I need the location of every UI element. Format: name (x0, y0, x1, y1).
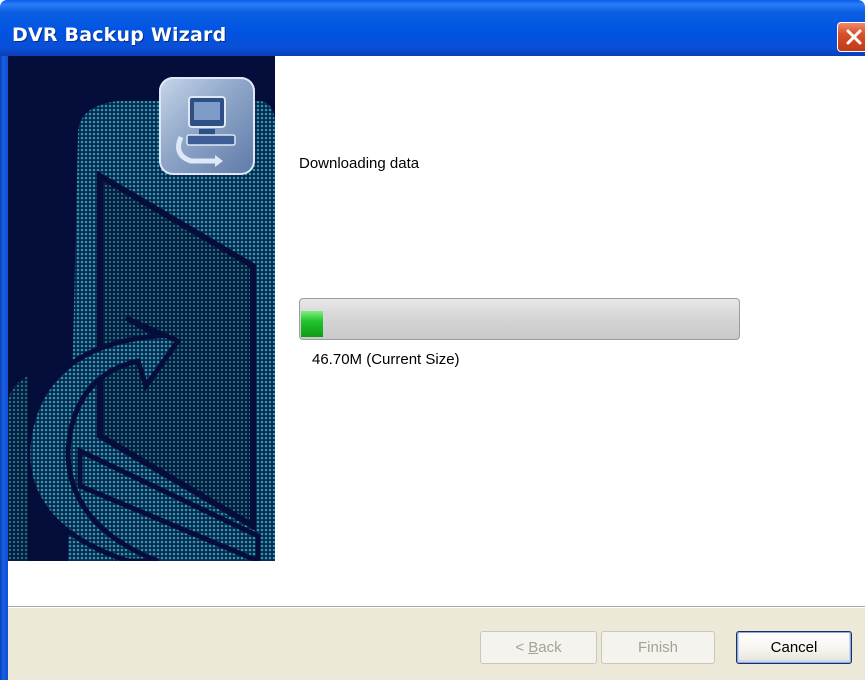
title-bar[interactable]: DVR Backup Wizard (0, 0, 865, 56)
wizard-window: DVR Backup Wizard Downloading data 46.70… (0, 0, 865, 680)
computer-backup-icon (159, 77, 255, 175)
back-button[interactable]: < Back (480, 631, 597, 664)
back-button-label: < Back (515, 639, 561, 656)
back-rest: ack (538, 639, 562, 656)
progress-fill (301, 311, 323, 337)
finish-button[interactable]: Finish (601, 631, 715, 664)
status-message: Downloading data (299, 155, 420, 172)
finish-button-label: Finish (637, 639, 678, 656)
cancel-button[interactable]: Cancel (736, 631, 852, 664)
close-button[interactable] (837, 22, 865, 52)
back-mnemonic: B (528, 639, 539, 656)
window-title: DVR Backup Wizard (12, 24, 227, 46)
window-frame-left (0, 56, 8, 680)
cancel-button-label: Cancel (770, 639, 818, 656)
wizard-banner (8, 56, 275, 561)
current-size-label: 46.70M (Current Size) (312, 351, 460, 368)
download-progress-bar (299, 298, 740, 340)
back-prefix: < (515, 639, 529, 656)
